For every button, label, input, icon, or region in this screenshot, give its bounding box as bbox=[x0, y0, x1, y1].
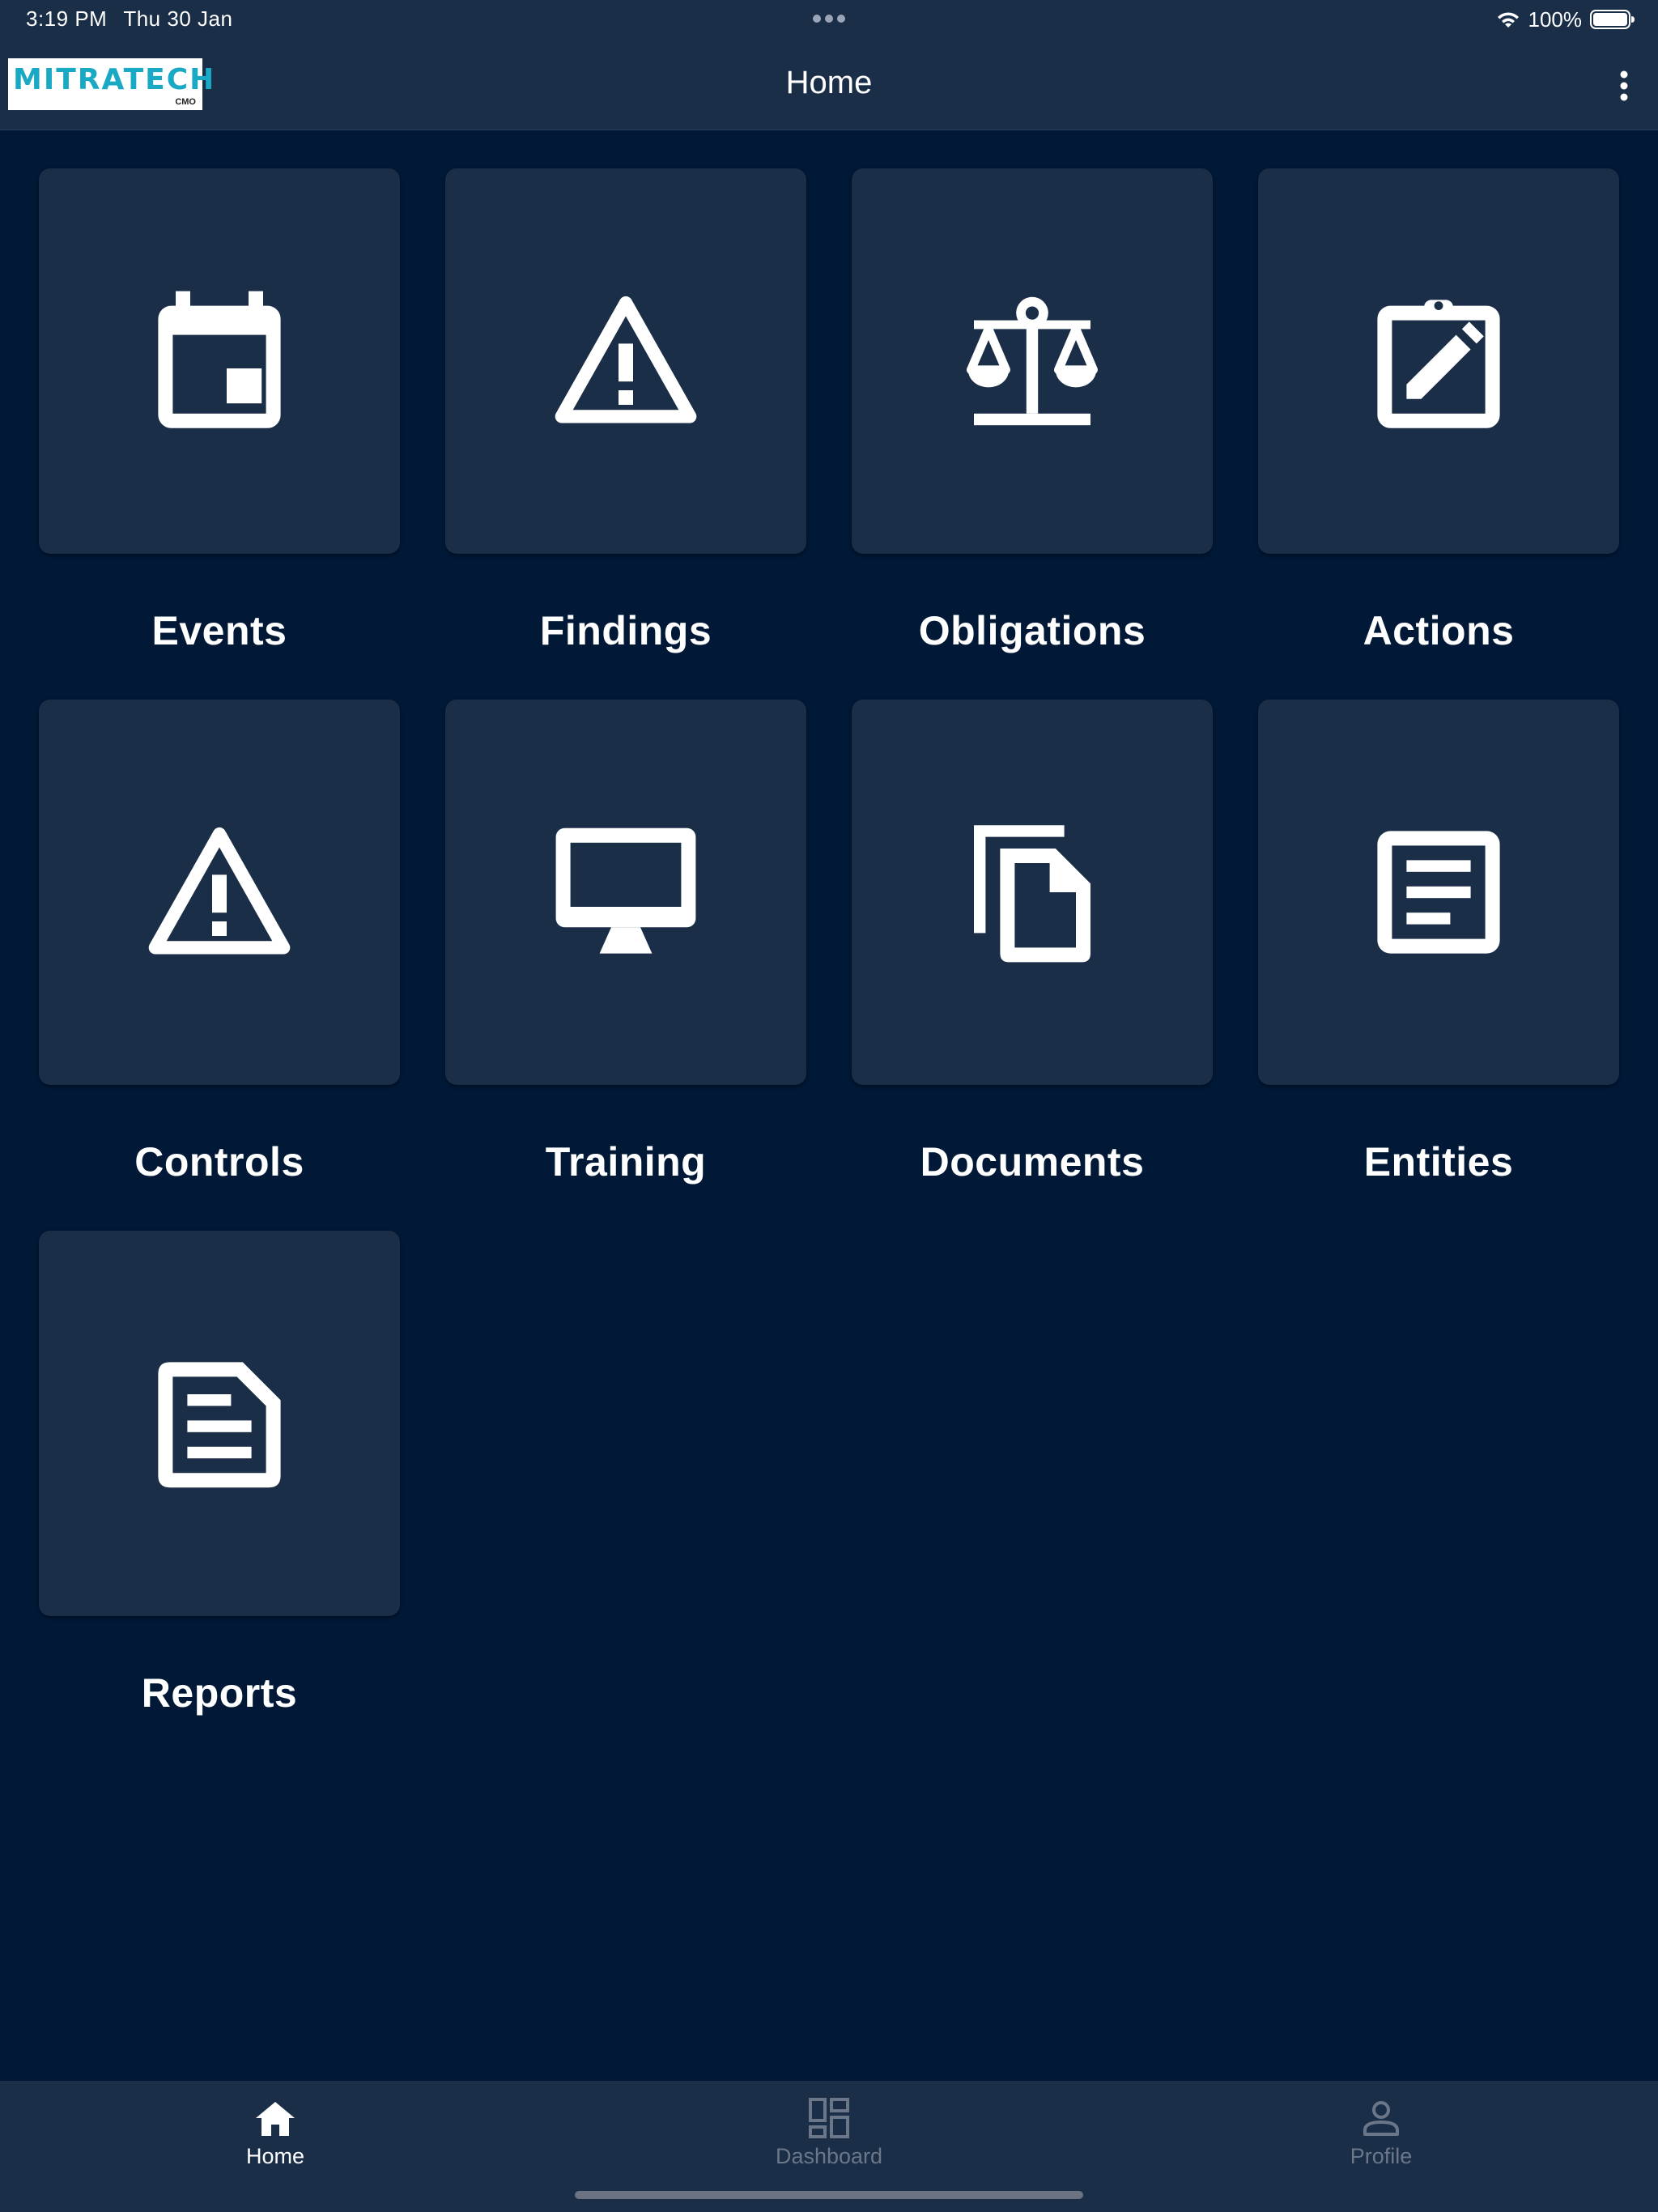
monitor-icon bbox=[555, 827, 696, 954]
tile-label-findings: Findings bbox=[539, 608, 712, 653]
tab-label-dashboard: Dashboard bbox=[775, 2144, 883, 2168]
tile-card-training[interactable] bbox=[445, 700, 806, 1085]
tab-label-home: Home bbox=[245, 2144, 305, 2168]
tab-label-profile: Profile bbox=[1350, 2144, 1413, 2168]
tile-training[interactable]: Training bbox=[445, 700, 806, 1185]
more-options-icon[interactable] bbox=[1618, 70, 1630, 102]
clipboard-edit-icon bbox=[1377, 300, 1500, 428]
tile-findings[interactable]: Findings bbox=[445, 168, 806, 654]
tile-label-obligations: Obligations bbox=[918, 608, 1146, 653]
tile-documents[interactable]: Documents bbox=[852, 700, 1213, 1185]
tile-card-controls[interactable] bbox=[39, 700, 400, 1085]
tile-actions[interactable]: Actions bbox=[1258, 168, 1619, 654]
tile-card-events[interactable] bbox=[39, 168, 400, 554]
tab-profile[interactable]: Profile bbox=[1260, 2095, 1503, 2169]
article-icon bbox=[1377, 831, 1500, 954]
tab-dashboard[interactable]: Dashboard bbox=[708, 2095, 950, 2169]
tile-card-findings[interactable] bbox=[445, 168, 806, 554]
tile-card-actions[interactable] bbox=[1258, 168, 1619, 554]
home-indicator[interactable] bbox=[575, 2191, 1083, 2199]
tile-card-obligations[interactable] bbox=[852, 168, 1213, 554]
tile-label-actions: Actions bbox=[1363, 608, 1515, 653]
tile-card-entities[interactable] bbox=[1258, 700, 1619, 1085]
tile-label-reports: Reports bbox=[141, 1670, 298, 1716]
status-bar: 3:19 PM Thu 30 Jan 100% bbox=[0, 0, 1658, 39]
status-time: 3:19 PM bbox=[26, 6, 108, 31]
tile-events[interactable]: Events bbox=[39, 168, 400, 654]
person-icon bbox=[1363, 2101, 1399, 2136]
tile-label-entities: Entities bbox=[1363, 1139, 1514, 1185]
battery-percent: 100% bbox=[1528, 6, 1583, 32]
tile-controls[interactable]: Controls bbox=[39, 700, 400, 1185]
calendar-icon bbox=[158, 291, 281, 428]
status-indicators: 100% bbox=[1496, 5, 1636, 34]
status-date: Thu 30 Jan bbox=[123, 6, 233, 31]
tile-label-documents: Documents bbox=[920, 1139, 1145, 1185]
report-document-icon bbox=[158, 1362, 281, 1488]
tile-label-events: Events bbox=[151, 608, 287, 653]
home-icon bbox=[256, 2102, 295, 2136]
tile-card-reports[interactable] bbox=[39, 1231, 400, 1616]
dashboard-icon bbox=[809, 2098, 849, 2138]
tile-reports[interactable]: Reports bbox=[39, 1231, 400, 1716]
status-time-date: 3:19 PM Thu 30 Jan bbox=[26, 6, 232, 32]
battery-icon bbox=[1590, 10, 1635, 29]
tile-label-controls: Controls bbox=[134, 1139, 304, 1185]
page-title: Home bbox=[785, 65, 873, 100]
tile-card-documents[interactable] bbox=[852, 700, 1213, 1085]
warning-icon bbox=[555, 296, 697, 423]
tile-label-training: Training bbox=[545, 1139, 707, 1185]
scale-icon bbox=[967, 296, 1098, 426]
tile-obligations[interactable]: Obligations bbox=[852, 168, 1213, 654]
tile-entities[interactable]: Entities bbox=[1258, 700, 1619, 1185]
copy-documents-icon bbox=[974, 825, 1090, 963]
wifi-icon bbox=[1497, 12, 1519, 28]
nav-bar: MITRATECH CMO Home bbox=[0, 39, 1658, 130]
warning-icon bbox=[148, 827, 291, 955]
multitasking-dots-icon[interactable] bbox=[811, 13, 847, 24]
tab-home[interactable]: Home bbox=[154, 2095, 397, 2169]
